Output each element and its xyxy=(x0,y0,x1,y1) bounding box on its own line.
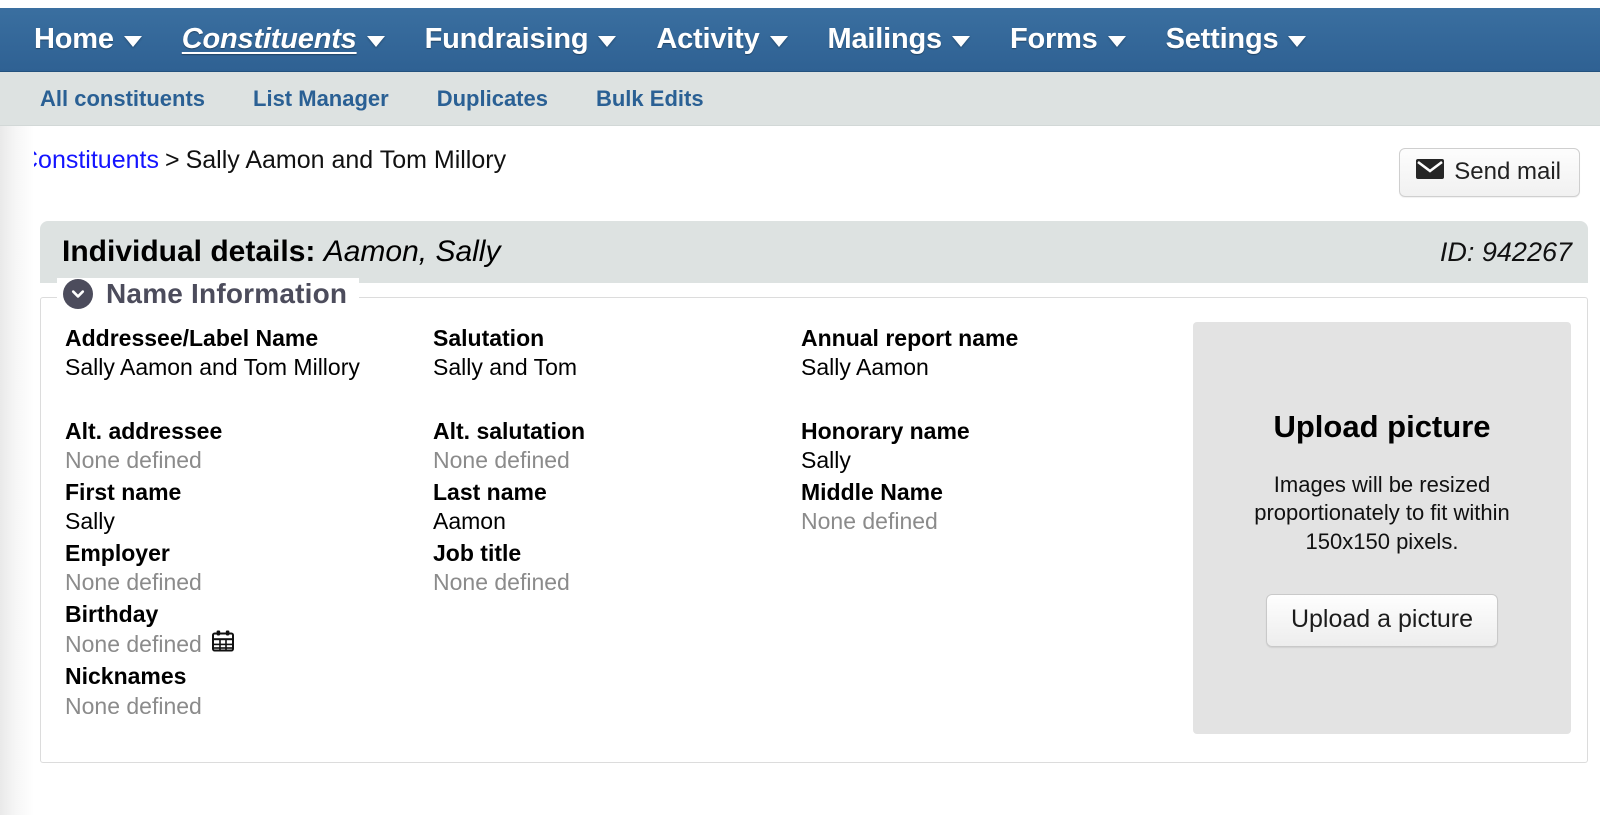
field-value: None defined xyxy=(433,447,570,474)
field-value: None defined xyxy=(433,569,570,596)
field-alt-salutation: Alt. salutation None defined xyxy=(433,417,801,476)
field-nicknames: Nicknames None defined xyxy=(65,662,433,721)
upload-picture-title: Upload picture xyxy=(1273,408,1491,444)
field-column-3: Annual report name Sally Aamon Honorary na… xyxy=(801,324,1169,734)
calendar-icon[interactable] xyxy=(211,629,235,660)
field-last-name: Last name Aamon xyxy=(433,478,801,537)
upload-picture-button[interactable]: Upload a picture xyxy=(1265,594,1499,648)
left-edge-shadow xyxy=(0,126,34,815)
field-value: Sally xyxy=(65,508,115,535)
field-label: Alt. salutation xyxy=(433,417,586,444)
section-toggle-name-information[interactable]: Name Information xyxy=(57,278,360,310)
send-mail-label: Send mail xyxy=(1454,158,1561,185)
primary-navigation: Home Constituents Fundraising Activity Maili… xyxy=(0,8,1600,72)
chevron-down-icon xyxy=(951,36,970,47)
field-label: Nicknames xyxy=(65,663,187,690)
field-value: Sally xyxy=(801,447,851,474)
nav-item-label: Forms xyxy=(1009,23,1098,55)
nav-item-constituents[interactable]: Constituents xyxy=(162,23,405,56)
field-salutation: Salutation Sally and Tom xyxy=(433,324,801,383)
nav-item-label: Activity xyxy=(656,23,760,55)
field-value: Aamon xyxy=(433,508,506,535)
field-job-title: Job title None defined xyxy=(433,539,801,598)
field-label: Job title xyxy=(433,539,522,566)
field-value: None defined xyxy=(65,692,202,719)
field-label: Alt. addressee xyxy=(65,417,223,444)
nav-item-label: Home xyxy=(34,23,114,55)
field-label: Birthday xyxy=(65,600,159,627)
field-label: Addressee/Label Name xyxy=(65,325,319,351)
window-top-strip xyxy=(0,0,1600,8)
field-addressee-label-name: Addressee/Label Name Sally Aamon and Tom … xyxy=(65,324,433,383)
field-value: Sally Aamon xyxy=(801,354,929,381)
nav-item-settings[interactable]: Settings xyxy=(1146,23,1327,56)
field-annual-report-name: Annual report name Sally Aamon xyxy=(801,324,1169,383)
field-birthday: Birthday None defined xyxy=(65,600,433,661)
breadcrumb-separator: > xyxy=(164,146,180,174)
nav-item-label: Constituents xyxy=(181,23,357,55)
nav-item-home[interactable]: Home xyxy=(14,23,162,56)
field-value: None defined xyxy=(65,447,202,474)
field-label: Middle Name xyxy=(801,478,943,505)
breadcrumb-current: Sally Aamon and Tom Millory xyxy=(185,146,507,174)
field-label: Last name xyxy=(433,478,547,505)
subnav-item-bulk-edits[interactable]: Bulk Edits xyxy=(572,86,728,112)
section-title: Name Information xyxy=(106,278,348,309)
field-value: Sally and Tom xyxy=(433,354,578,381)
nav-item-label: Settings xyxy=(1165,23,1279,55)
chevron-down-icon xyxy=(366,36,385,47)
record-id: ID: 942267 xyxy=(1439,236,1572,267)
field-first-name: First name Sally xyxy=(65,478,433,537)
chevron-down-circle-icon xyxy=(63,279,93,309)
breadcrumb-row: Constituents > Sally Aamon and Tom Millory… xyxy=(0,126,1600,197)
field-value: None defined xyxy=(65,629,433,660)
page-title: Individual details: Aamon, Sally xyxy=(62,235,500,269)
name-information-grid: Addressee/Label Name Sally Aamon and Tom … xyxy=(55,314,1573,734)
chevron-down-icon xyxy=(769,36,788,47)
field-value: Sally Aamon and Tom Millory xyxy=(65,354,360,381)
field-label: Annual report name xyxy=(801,325,1019,351)
nav-item-mailings[interactable]: Mailings xyxy=(808,23,990,56)
breadcrumb: Constituents > Sally Aamon and Tom Millory xyxy=(20,148,506,173)
breadcrumb-link-constituents[interactable]: Constituents xyxy=(20,146,159,174)
individual-details-header: Individual details: Aamon, Sally ID: 942… xyxy=(40,221,1588,283)
field-value: None defined xyxy=(801,508,938,535)
field-value: None defined xyxy=(65,569,202,596)
subnav-item-duplicates[interactable]: Duplicates xyxy=(413,86,572,112)
nav-item-label: Fundraising xyxy=(424,23,589,55)
field-column-1: Addressee/Label Name Sally Aamon and Tom … xyxy=(65,324,433,734)
field-label: First name xyxy=(65,478,182,505)
send-mail-button[interactable]: Send mail xyxy=(1399,148,1580,197)
field-label: Employer xyxy=(65,539,170,566)
name-information-section: Name Information Addressee/Label Name Sal… xyxy=(40,278,1588,763)
nav-item-fundraising[interactable]: Fundraising xyxy=(405,23,637,56)
chevron-down-icon xyxy=(598,36,617,47)
field-column-2: Salutation Sally and Tom Alt. salutation No… xyxy=(433,324,801,734)
page-title-name: Aamon, Sally xyxy=(323,235,501,268)
secondary-navigation: All constituents List Manager Duplicates Bu… xyxy=(0,72,1600,126)
subnav-item-list-manager[interactable]: List Manager xyxy=(229,86,413,112)
chevron-down-icon xyxy=(1288,36,1307,47)
chevron-down-icon xyxy=(1107,36,1126,47)
page-content: Constituents > Sally Aamon and Tom Millory… xyxy=(0,126,1600,815)
field-label: Honorary name xyxy=(801,417,970,444)
envelope-icon xyxy=(1416,158,1445,186)
nav-item-activity[interactable]: Activity xyxy=(636,23,807,56)
subnav-item-all-constituents[interactable]: All constituents xyxy=(16,86,229,112)
field-alt-addressee: Alt. addressee None defined xyxy=(65,417,433,476)
field-middle-name: Middle Name None defined xyxy=(801,478,1169,537)
field-value-text: None defined xyxy=(65,630,202,657)
field-employer: Employer None defined xyxy=(65,539,433,598)
field-honorary-name: Honorary name Sally xyxy=(801,417,1169,476)
upload-picture-description: Images will be resized proportionately t… xyxy=(1254,471,1510,554)
nav-item-label: Mailings xyxy=(827,23,943,55)
page-title-prefix: Individual details: xyxy=(62,235,316,268)
upload-picture-panel: Upload picture Images will be resized pro… xyxy=(1193,322,1571,734)
field-label: Salutation xyxy=(433,325,545,351)
chevron-down-icon xyxy=(123,36,142,47)
nav-item-forms[interactable]: Forms xyxy=(990,23,1146,56)
